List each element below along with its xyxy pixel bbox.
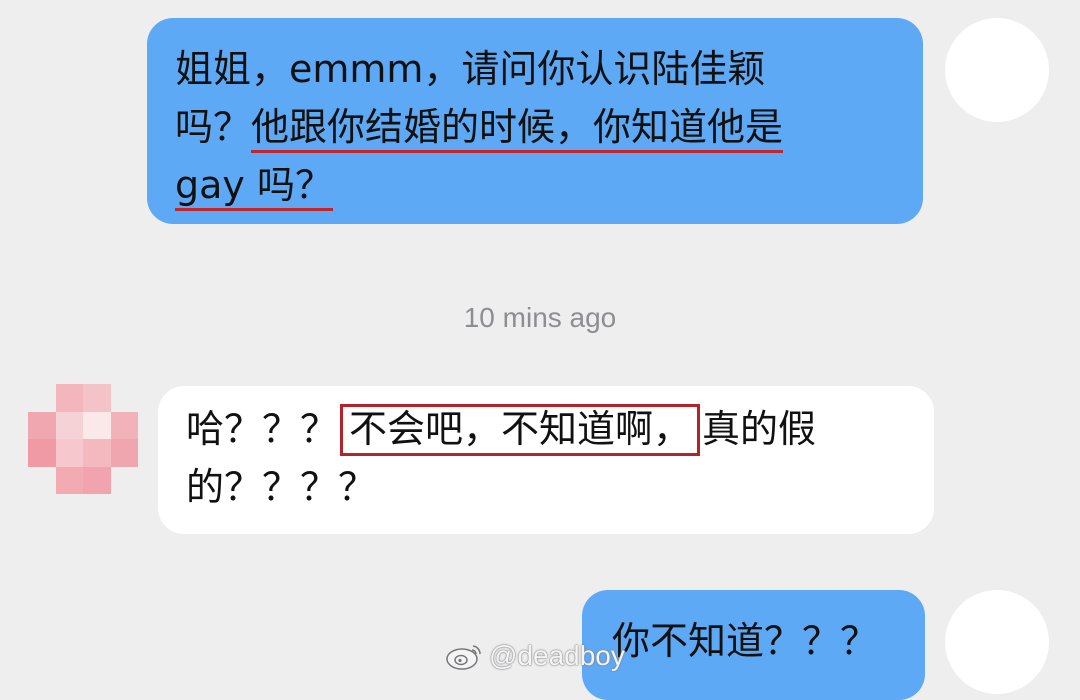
message-text: 真的假 [702, 407, 817, 451]
sender-avatar[interactable] [945, 590, 1049, 694]
message-text: 吗？ [175, 105, 252, 149]
outgoing-message-bubble[interactable]: 姐姐，emmm，请问你认识陆佳颖 吗？他跟你结婚的时候，你知道他是 gay 吗？ [147, 18, 923, 224]
message-text: 哈？？？ [186, 407, 339, 451]
boxed-text: 不会吧，不知道啊， [340, 404, 701, 456]
message-line: gay 吗？ [175, 156, 897, 214]
weibo-icon [446, 645, 481, 670]
message-line: 你不知道？？？ [612, 619, 879, 663]
contact-avatar[interactable] [28, 384, 138, 494]
underlined-text: gay 吗？ [175, 163, 333, 211]
message-line: 哈？？？ 不会吧，不知道啊， 真的假 [186, 400, 910, 458]
message-line: 的？？？？ [186, 465, 377, 509]
message-line: 姐姐，emmm，请问你认识陆佳颖 [175, 47, 766, 91]
underlined-text: 他跟你结婚的时候，你知道他是 [251, 105, 784, 153]
chat-thread: 姐姐，emmm，请问你认识陆佳颖 吗？他跟你结婚的时候，你知道他是 gay 吗？… [0, 0, 1080, 700]
watermark-handle: @deadboy [489, 640, 625, 671]
outgoing-message-bubble[interactable]: 你不知道？？？ [582, 590, 925, 700]
message-line: 吗？他跟你结婚的时候，你知道他是 [175, 98, 897, 156]
message-timestamp: 10 mins ago [463, 302, 617, 333]
incoming-message-bubble[interactable]: 哈？？？ 不会吧，不知道啊， 真的假 的？？？？ [158, 386, 934, 534]
watermark: @deadboy [445, 640, 625, 672]
sender-avatar[interactable] [945, 18, 1049, 122]
